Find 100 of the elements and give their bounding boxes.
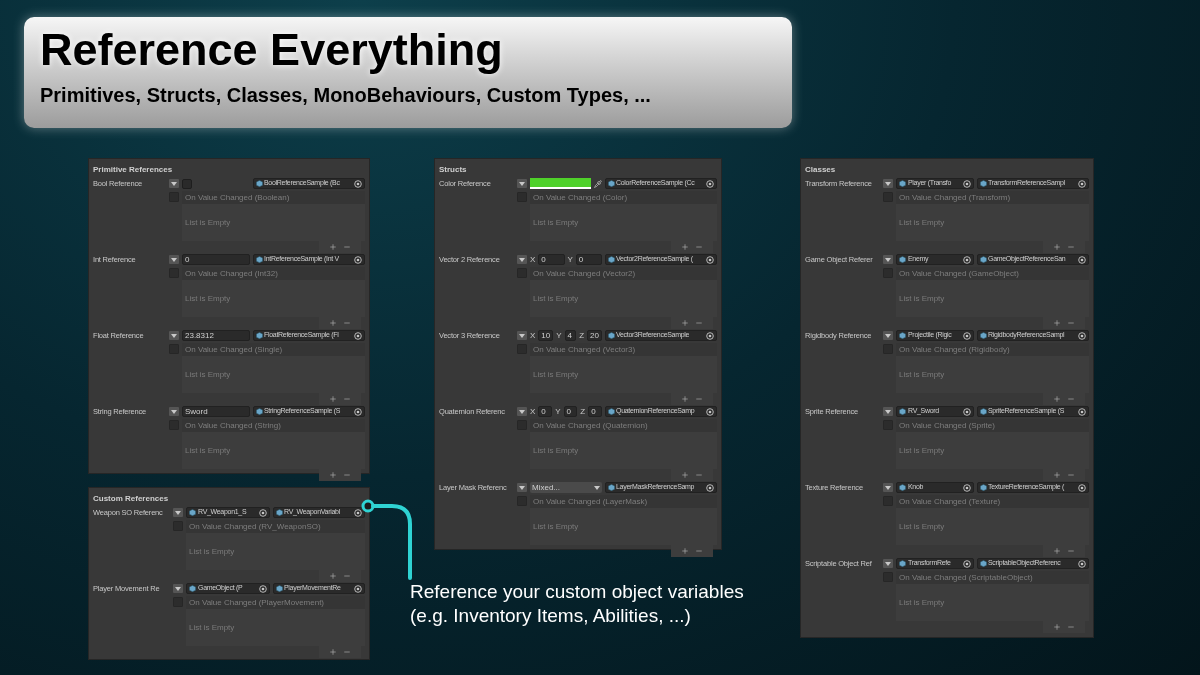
target-icon[interactable] xyxy=(706,331,714,340)
dropdown-field[interactable]: Mixed... xyxy=(530,482,602,493)
target-icon[interactable] xyxy=(963,179,971,188)
add-button[interactable] xyxy=(1053,547,1061,555)
checkbox[interactable] xyxy=(182,178,192,189)
remove-button[interactable] xyxy=(695,319,703,327)
menu-button[interactable] xyxy=(883,179,893,188)
panel-title: Primitive References xyxy=(93,164,174,176)
target-icon[interactable] xyxy=(963,483,971,492)
target-icon[interactable] xyxy=(1078,559,1086,568)
target-icon[interactable] xyxy=(1078,255,1086,264)
axis-field[interactable]: 0 xyxy=(588,406,602,417)
remove-button[interactable] xyxy=(343,471,351,479)
axis-field[interactable]: 0 xyxy=(575,254,602,265)
target-icon[interactable] xyxy=(706,179,714,188)
value-field[interactable]: 23.8312 xyxy=(182,330,250,341)
add-button[interactable] xyxy=(681,471,689,479)
menu-button[interactable] xyxy=(169,179,179,188)
remove-button[interactable] xyxy=(695,471,703,479)
remove-button[interactable] xyxy=(1067,319,1075,327)
target-icon[interactable] xyxy=(354,584,362,593)
add-button[interactable] xyxy=(1053,623,1061,631)
menu-button[interactable] xyxy=(169,255,179,264)
target-icon[interactable] xyxy=(354,508,362,517)
axis-field[interactable]: 20 xyxy=(587,330,602,341)
menu-button[interactable] xyxy=(883,255,893,264)
target-icon[interactable] xyxy=(259,508,267,517)
add-button[interactable] xyxy=(329,243,337,251)
add-button[interactable] xyxy=(329,572,337,580)
script-icon xyxy=(276,585,283,592)
add-button[interactable] xyxy=(681,243,689,251)
target-icon[interactable] xyxy=(963,255,971,264)
axis-field[interactable]: 0 xyxy=(563,406,578,417)
banner-title: Reference Everything xyxy=(40,23,504,77)
caret-icon xyxy=(171,181,177,186)
cube-icon xyxy=(899,180,906,187)
remove-button[interactable] xyxy=(343,319,351,327)
add-button[interactable] xyxy=(1053,471,1061,479)
menu-button[interactable] xyxy=(517,255,527,264)
remove-button[interactable] xyxy=(343,395,351,403)
add-button[interactable] xyxy=(1053,243,1061,251)
menu-button[interactable] xyxy=(169,331,179,340)
target-icon[interactable] xyxy=(963,559,971,568)
color-swatch[interactable] xyxy=(530,178,591,189)
add-button[interactable] xyxy=(1053,319,1061,327)
target-icon[interactable] xyxy=(706,255,714,264)
target-icon[interactable] xyxy=(1078,483,1086,492)
target-icon[interactable] xyxy=(259,584,267,593)
menu-button[interactable] xyxy=(517,483,527,492)
value-field[interactable]: 0 xyxy=(182,254,250,265)
target-icon[interactable] xyxy=(354,179,362,188)
menu-button[interactable] xyxy=(517,331,527,340)
add-button[interactable] xyxy=(681,319,689,327)
axis-field[interactable]: 4 xyxy=(564,330,577,341)
menu-button[interactable] xyxy=(173,584,183,593)
remove-button[interactable] xyxy=(343,648,351,656)
add-button[interactable] xyxy=(329,471,337,479)
remove-button[interactable] xyxy=(343,572,351,580)
remove-button[interactable] xyxy=(1067,623,1075,631)
menu-button[interactable] xyxy=(883,331,893,340)
remove-button[interactable] xyxy=(1067,395,1075,403)
add-button[interactable] xyxy=(329,648,337,656)
menu-button[interactable] xyxy=(169,407,179,416)
target-icon[interactable] xyxy=(1078,179,1086,188)
target-icon[interactable] xyxy=(963,407,971,416)
menu-button[interactable] xyxy=(883,407,893,416)
remove-button[interactable] xyxy=(1067,547,1075,555)
cube-icon xyxy=(899,560,906,567)
menu-button[interactable] xyxy=(517,407,527,416)
remove-button[interactable] xyxy=(1067,243,1075,251)
add-button[interactable] xyxy=(329,319,337,327)
banner-subtitle: Primitives, Structs, Classes, MonoBehaviours, Custom Types, ... xyxy=(40,83,652,108)
axis-field[interactable]: 0 xyxy=(538,254,565,265)
add-button[interactable] xyxy=(681,395,689,403)
value-field[interactable]: Sword xyxy=(182,406,250,417)
target-icon[interactable] xyxy=(1078,331,1086,340)
target-icon[interactable] xyxy=(354,331,362,340)
axis-label: X xyxy=(530,329,536,342)
remove-button[interactable] xyxy=(343,243,351,251)
remove-button[interactable] xyxy=(1067,471,1075,479)
add-button[interactable] xyxy=(1053,395,1061,403)
menu-button[interactable] xyxy=(883,483,893,492)
eyedropper-icon[interactable] xyxy=(594,179,602,188)
axis-field[interactable]: 0 xyxy=(538,406,553,417)
menu-button[interactable] xyxy=(517,179,527,188)
add-button[interactable] xyxy=(329,395,337,403)
remove-button[interactable] xyxy=(695,395,703,403)
target-icon[interactable] xyxy=(963,331,971,340)
target-icon[interactable] xyxy=(354,255,362,264)
target-icon[interactable] xyxy=(1078,407,1086,416)
menu-button[interactable] xyxy=(883,559,893,568)
target-icon[interactable] xyxy=(706,407,714,416)
add-button[interactable] xyxy=(681,547,689,555)
axis-field[interactable]: 10 xyxy=(538,330,554,341)
target-icon[interactable] xyxy=(706,483,714,492)
callout-text: (e.g. Inventory Items, Abilities, ...) xyxy=(410,604,691,628)
remove-button[interactable] xyxy=(695,547,703,555)
remove-button[interactable] xyxy=(695,243,703,251)
target-icon[interactable] xyxy=(354,407,362,416)
menu-button[interactable] xyxy=(173,508,183,517)
